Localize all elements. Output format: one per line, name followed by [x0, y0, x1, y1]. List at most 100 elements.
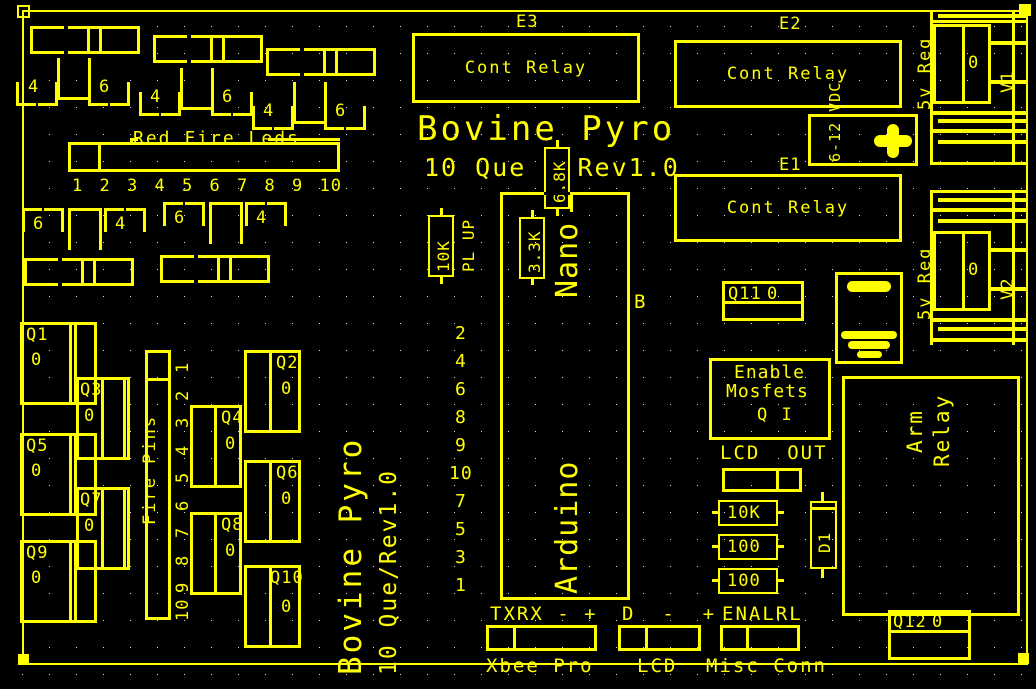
- pad-bracket: [24, 258, 58, 286]
- pad-bracket-small: [126, 208, 146, 232]
- nano-side-mark: B: [634, 291, 647, 313]
- transistor-q7-tab: [101, 487, 130, 570]
- pad-bracket-center: [293, 82, 327, 124]
- transistor-pad: 0: [225, 541, 237, 561]
- pad-bracket-small: [267, 202, 287, 226]
- reg2-tab-divider: [962, 231, 965, 311]
- relay-e1-ref: E1: [779, 155, 802, 175]
- transistor-ref: Q8: [221, 515, 244, 535]
- transistor-ref: Q9: [26, 543, 49, 563]
- pad-number: 4: [28, 77, 40, 97]
- transistor-ref: Q4: [221, 408, 244, 428]
- plus-icon: [874, 124, 912, 158]
- resistor-lead: [531, 277, 534, 285]
- fire-pin-number: 7: [173, 526, 193, 538]
- pad-bracket-center: [57, 58, 91, 100]
- transistor-q8-tab: [190, 512, 217, 595]
- connector-misc[interactable]: [720, 625, 800, 651]
- pad-number: 4: [263, 101, 275, 121]
- nano-notch: [544, 192, 570, 195]
- transistor-pad: 0: [225, 434, 237, 454]
- resistor-value: 10K: [727, 503, 761, 523]
- nano-pin-number: 7: [455, 491, 467, 512]
- pad-bracket: [160, 255, 194, 283]
- transistor-q10-tab: [244, 565, 272, 648]
- transistor-pad: 0: [84, 516, 96, 536]
- pad-number: 4: [256, 208, 268, 228]
- led-pin-number: 5: [182, 176, 194, 196]
- buzzer-bar: [847, 281, 891, 292]
- transistor-pad: 0: [281, 379, 293, 399]
- pad-bracket-small: [346, 106, 366, 130]
- pad-number: 4: [150, 87, 162, 107]
- resistor-lead: [712, 511, 719, 514]
- fire-pin-number: 2: [173, 389, 193, 401]
- nano-pin-number: 4: [455, 351, 467, 372]
- resistor-lead: [777, 511, 784, 514]
- pad-bracket-small: [161, 92, 181, 116]
- transistor-q4-tab: [190, 405, 217, 488]
- pad-bracket-center: [209, 202, 243, 244]
- led-pin-number: 8: [264, 176, 276, 196]
- resistor-lead: [712, 545, 719, 548]
- fire-pin-number: 6: [173, 499, 193, 511]
- lcd-out-connector[interactable]: [722, 468, 802, 492]
- fire-pin-number: 4: [173, 444, 193, 456]
- pad-bracket-center: [180, 68, 214, 110]
- reg2-trace: [938, 327, 1028, 331]
- nano-pin-number: 9: [455, 435, 467, 456]
- pcb-silkscreen-canvas: 4 6 4 6 4 6 Red Fire Leds 1 2 3 4 5 6 7 8 9 10 6 …: [0, 0, 1036, 689]
- relay-e3[interactable]: Cont Relay: [412, 33, 640, 103]
- pad-bracket: [153, 35, 187, 63]
- pad-bracket: [236, 255, 270, 283]
- reg2-trace: [932, 318, 1028, 322]
- relay-e2[interactable]: Cont Relay: [674, 40, 902, 108]
- buzzer-bar: [841, 331, 897, 339]
- diode-ref: D1: [815, 531, 834, 553]
- buzzer-bar: [848, 341, 890, 349]
- transistor-ref: Q7: [80, 490, 103, 510]
- fire-pin-number: 9: [173, 581, 193, 593]
- nano-pin-number: 3: [455, 547, 467, 568]
- pad-bracket: [266, 48, 300, 76]
- misc-pin-labels: ENALRL: [722, 603, 803, 625]
- arm-relay-label-line1: Arm: [903, 409, 927, 453]
- fire-pin-number: 1: [173, 361, 193, 373]
- enable-mosfets-line1: Enable: [734, 362, 806, 383]
- lcd-out-label: LCD OUT: [720, 442, 828, 464]
- lcd-pin1-divider: [645, 625, 648, 651]
- board-title-vertical: Bovine Pyro: [333, 436, 369, 675]
- led-pin-number: 9: [292, 176, 304, 196]
- led-pin-number: 10: [319, 176, 342, 196]
- pad-bracket-small: [233, 92, 253, 116]
- transistor-pad: 0: [767, 284, 779, 304]
- pad-number: 6: [222, 87, 234, 107]
- pad-number: 6: [33, 214, 45, 234]
- transistor-ref: Q5: [26, 436, 49, 456]
- transistor-pad: 0: [84, 406, 96, 426]
- relay-e1[interactable]: Cont Relay: [674, 174, 902, 242]
- resistor-value: 100: [727, 571, 761, 591]
- pad-bracket-small: [110, 82, 130, 106]
- misc-pin1-divider: [746, 625, 749, 651]
- reg2-trace: [991, 287, 1028, 291]
- transistor-pad: 0: [932, 612, 944, 632]
- transistor-ref: Q3: [80, 380, 103, 400]
- board-title: Bovine Pyro: [417, 109, 676, 149]
- resistor-lead: [777, 579, 784, 582]
- lcd-pin-labels: D - +: [622, 603, 717, 625]
- resistor-value: 10K: [434, 240, 453, 272]
- resistor-lead: [777, 545, 784, 548]
- connector-xbee-pro[interactable]: [486, 625, 597, 651]
- xbee-pin1-divider: [513, 625, 516, 651]
- nano-label: Nano: [550, 221, 585, 298]
- reg1-pin-mark: 0: [968, 53, 980, 73]
- transistor-ref: Q6: [276, 463, 299, 483]
- connector-lcd[interactable]: [618, 625, 701, 651]
- pad-bracket: [100, 258, 134, 286]
- pad-number: 6: [174, 208, 186, 228]
- reg2-trace: [932, 208, 1028, 212]
- fire-pin-number: 10: [173, 598, 193, 621]
- reg1-trace: [991, 80, 1028, 84]
- reg1-trace: [991, 41, 1028, 45]
